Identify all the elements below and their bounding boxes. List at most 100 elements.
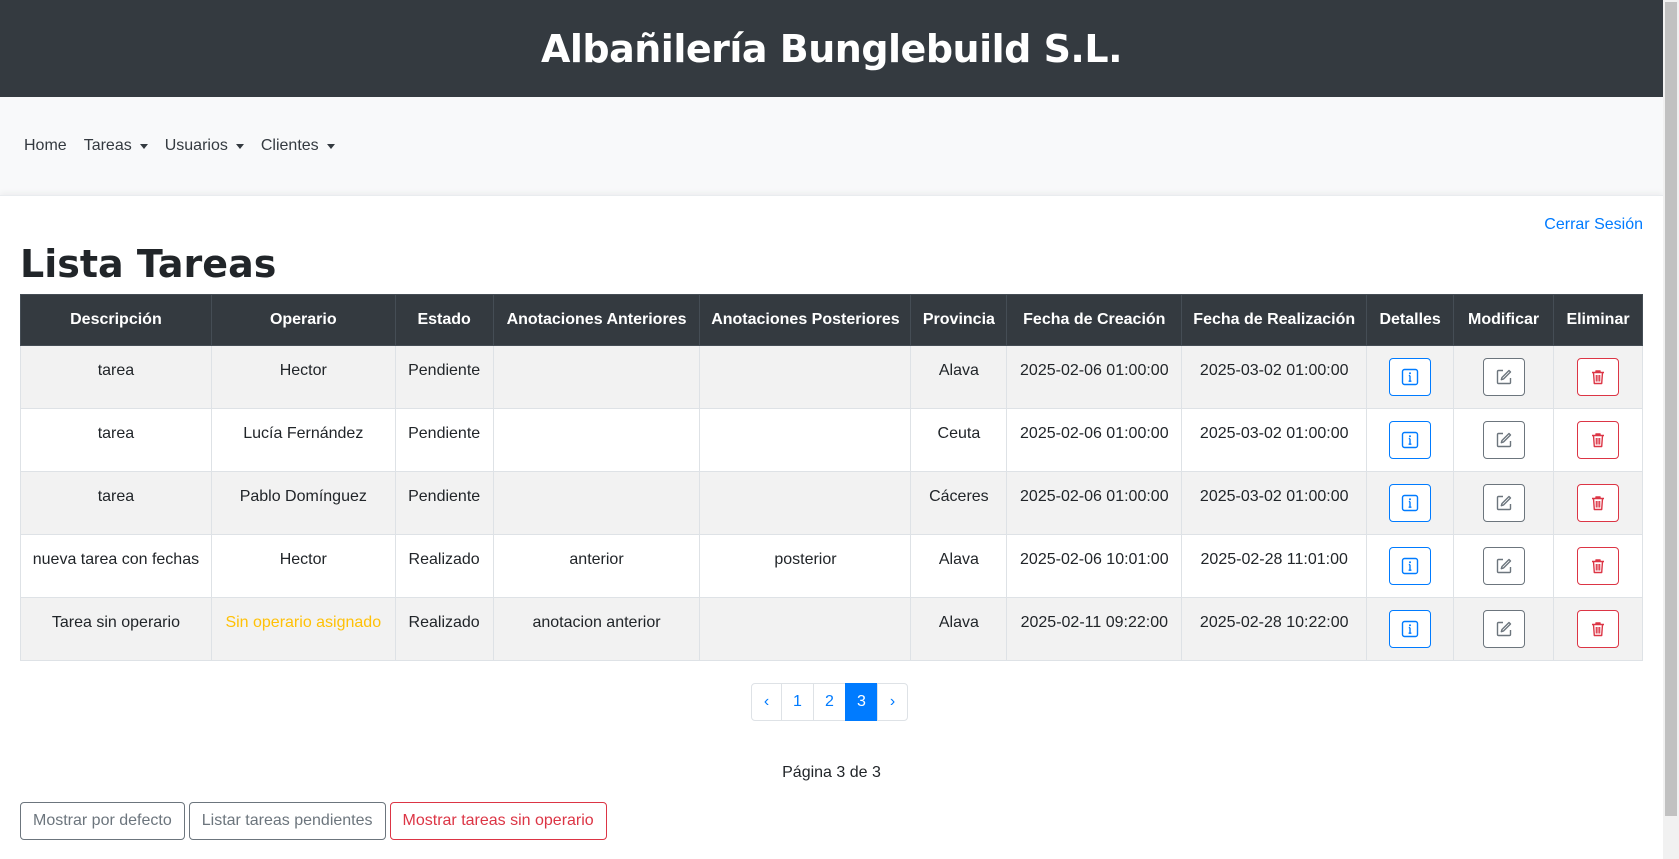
modify-cell	[1453, 345, 1555, 409]
cell-anotaciones-anteriores: anotacion anterior	[492, 597, 701, 661]
modify-cell	[1453, 597, 1555, 661]
tasks-table: Descripción Operario Estado Anotaciones …	[20, 294, 1643, 661]
delete-button[interactable]	[1577, 358, 1619, 396]
modify-button[interactable]	[1482, 358, 1525, 396]
list-pending-button[interactable]: Listar tareas pendientes	[188, 802, 386, 840]
col-fecha-creacion: Fecha de Creación	[1006, 294, 1183, 346]
cell-anotaciones-posteriores	[699, 597, 912, 661]
trash-icon	[1589, 620, 1607, 638]
modify-button[interactable]	[1482, 421, 1525, 459]
nav-tareas-dropdown[interactable]: Tareas	[84, 137, 148, 155]
navbar: Home Tareas Usuarios Clientes	[0, 97, 1663, 195]
details-button[interactable]	[1389, 610, 1432, 648]
col-descripcion: Descripción	[20, 294, 212, 346]
cell-fecha-realizacion: 2025-03-02 01:00:00	[1181, 345, 1368, 409]
cell-anotaciones-anteriores	[492, 471, 701, 535]
delete-cell	[1553, 597, 1643, 661]
modify-cell	[1453, 534, 1555, 598]
caret-down-icon	[139, 143, 148, 149]
col-detalles: Detalles	[1366, 294, 1455, 346]
pagination-next[interactable]: ›	[877, 683, 908, 721]
cell-fecha-realizacion: 2025-03-02 01:00:00	[1181, 408, 1368, 472]
details-cell	[1366, 408, 1455, 472]
cell-fecha-creacion: 2025-02-06 01:00:00	[1006, 471, 1183, 535]
edit-icon	[1495, 620, 1513, 638]
table-row: Tarea sin operario Sin operario asignado R…	[20, 597, 1643, 661]
cell-estado: Realizado	[394, 534, 494, 598]
cell-fecha-creacion: 2025-02-06 01:00:00	[1006, 408, 1183, 472]
delete-button[interactable]	[1577, 547, 1619, 585]
trash-icon	[1589, 557, 1607, 575]
cell-fecha-realizacion: 2025-02-28 10:22:00	[1181, 597, 1368, 661]
details-cell	[1366, 345, 1455, 409]
table-row: tarea Pablo Domínguez Pendiente Cáceres 2025…	[20, 471, 1643, 535]
details-cell	[1366, 471, 1455, 535]
nav-home-label: Home	[24, 137, 67, 154]
table-row: nueva tarea con fechas Hector Realizado ant…	[20, 534, 1643, 598]
main-content: Cerrar Sesión Lista Tareas Descripción O…	[0, 195, 1663, 859]
delete-button[interactable]	[1577, 484, 1619, 522]
cell-operario: Pablo Domínguez	[210, 471, 396, 535]
delete-button[interactable]	[1577, 610, 1619, 648]
modify-cell	[1453, 408, 1555, 472]
col-provincia: Provincia	[910, 294, 1008, 346]
cell-estado: Pendiente	[394, 471, 494, 535]
cell-operario: Hector	[210, 534, 396, 598]
nav-home[interactable]: Home	[24, 137, 67, 155]
cell-descripcion: tarea	[20, 471, 212, 535]
cell-operario: Sin operario asignado	[210, 597, 396, 661]
details-cell	[1366, 534, 1455, 598]
nav-clientes-dropdown[interactable]: Clientes	[261, 137, 335, 155]
nav-tareas-label: Tareas	[83, 137, 132, 154]
cell-anotaciones-posteriores	[699, 471, 912, 535]
cell-anotaciones-anteriores	[492, 408, 701, 472]
cell-estado: Realizado	[394, 597, 494, 661]
col-anotaciones-posteriores: Anotaciones Posteriores	[699, 294, 912, 346]
table-body: tarea Hector Pendiente Alava 2025-02-06 01:0…	[20, 345, 1643, 661]
details-cell	[1366, 597, 1455, 661]
modify-button[interactable]	[1482, 547, 1525, 585]
details-button[interactable]	[1389, 547, 1432, 585]
cell-anotaciones-anteriores: anterior	[492, 534, 701, 598]
cell-descripcion: tarea	[20, 408, 212, 472]
delete-cell	[1553, 345, 1643, 409]
cell-descripcion: nueva tarea con fechas	[20, 534, 212, 598]
scrollbar-thumb[interactable]	[1665, 2, 1677, 816]
modify-button[interactable]	[1482, 610, 1525, 648]
details-button[interactable]	[1389, 358, 1432, 396]
delete-button[interactable]	[1577, 421, 1619, 459]
caret-down-icon	[235, 143, 244, 149]
cell-fecha-creacion: 2025-02-06 10:01:00	[1006, 534, 1183, 598]
delete-cell	[1553, 471, 1643, 535]
pagination-page-1[interactable]: 1	[781, 683, 814, 721]
pagination-page-2[interactable]: 2	[813, 683, 846, 721]
page-info: Página 3 de 3	[782, 764, 881, 781]
info-icon	[1401, 620, 1419, 638]
pagination-prev[interactable]: ‹	[751, 683, 782, 721]
logout-link[interactable]: Cerrar Sesión	[1544, 216, 1643, 234]
cell-anotaciones-posteriores: posterior	[699, 534, 912, 598]
modify-button[interactable]	[1482, 484, 1525, 522]
table-row: tarea Hector Pendiente Alava 2025-02-06 01:0…	[20, 345, 1643, 409]
app-header: Albañilería Bunglebuild S.L.	[0, 0, 1663, 97]
pagination: ‹ 1 2 3 ›	[751, 683, 908, 721]
info-icon	[1401, 431, 1419, 449]
cell-operario: Hector	[210, 345, 396, 409]
pagination-page-3[interactable]: 3	[845, 683, 878, 721]
info-icon	[1401, 368, 1419, 386]
cell-fecha-realizacion: 2025-03-02 01:00:00	[1181, 471, 1368, 535]
trash-icon	[1589, 494, 1607, 512]
cell-estado: Pendiente	[394, 408, 494, 472]
table-header-row: Descripción Operario Estado Anotaciones …	[20, 294, 1643, 346]
table-row: tarea Lucía Fernández Pendiente Ceuta 2025-0…	[20, 408, 1643, 472]
show-no-operator-button[interactable]: Mostrar tareas sin operario	[389, 802, 607, 840]
show-default-button[interactable]: Mostrar por defecto	[20, 802, 185, 840]
details-button[interactable]	[1389, 484, 1432, 522]
vertical-scrollbar[interactable]	[1663, 0, 1679, 859]
details-button[interactable]	[1389, 421, 1432, 459]
cell-estado: Pendiente	[394, 345, 494, 409]
cell-provincia: Alava	[910, 345, 1008, 409]
filter-buttons: Mostrar por defecto Listar tareas pendie…	[20, 802, 611, 840]
page-title: Lista Tareas	[20, 242, 277, 286]
nav-usuarios-dropdown[interactable]: Usuarios	[165, 137, 244, 155]
